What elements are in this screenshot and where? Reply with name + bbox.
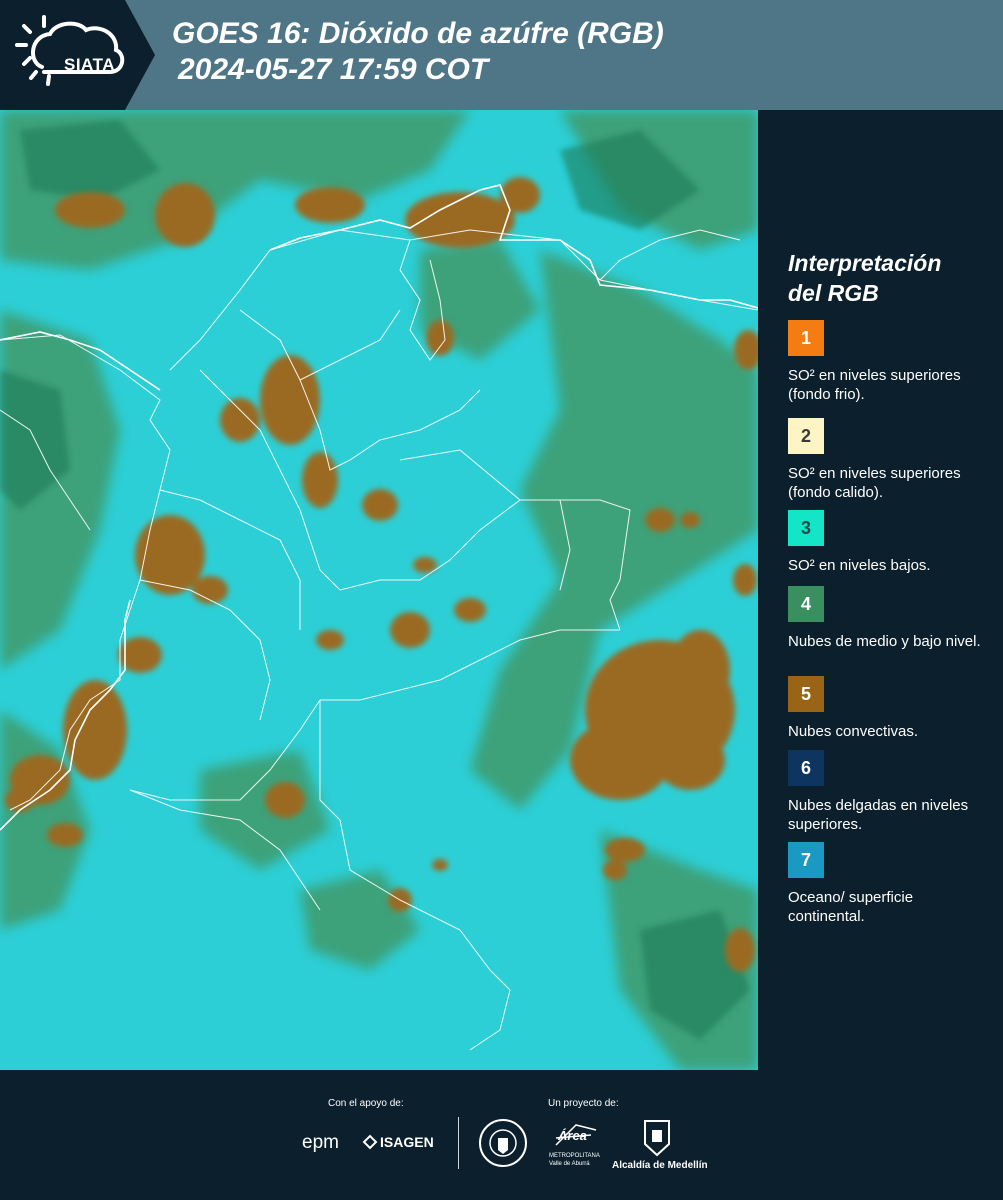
legend-item: 1 SO² en niveles superiores (fondo frio). (788, 320, 988, 404)
legend-item: 3 SO² en niveles bajos. (788, 510, 988, 575)
legend-title: Interpretación del RGB (788, 248, 995, 308)
legend-swatch: 1 (788, 320, 824, 356)
legend-title-line1: Interpretación (788, 250, 942, 276)
legend-swatch: 7 (788, 842, 824, 878)
legend-swatch: 5 (788, 676, 824, 712)
legend-text: SO² en niveles superiores (fondo calido)… (788, 465, 961, 501)
alcaldia-shield-icon (642, 1118, 672, 1163)
title-line1: GOES 16: Dióxido de azúfre (RGB) (172, 17, 664, 50)
area-logo-sub: METROPOLITANA Valle de Aburrá (549, 1153, 600, 1167)
seal-icon (478, 1118, 528, 1173)
legend-text: Nubes de medio y bajo nivel. (788, 633, 981, 650)
isagen-mark-icon (362, 1134, 378, 1155)
legend-swatch: 4 (788, 586, 824, 622)
legend: Interpretación del RGB 1 SO² en niveles s… (770, 248, 995, 925)
area-logo: Área (558, 1128, 587, 1143)
legend-item: 5 Nubes convectivas. (788, 676, 988, 741)
page-title: GOES 16: Dióxido de azúfre (RGB) 2024-05… (172, 16, 664, 88)
legend-swatch: 6 (788, 750, 824, 786)
legend-text: SO² en niveles superiores (fondo frio). (788, 367, 961, 403)
satellite-map (0, 110, 758, 1070)
project-label: Un proyecto de: (548, 1098, 619, 1109)
alcaldia-logo: Alcaldía de Medellín (612, 1160, 708, 1171)
logo-text: SIATA (64, 55, 115, 74)
siata-logo: SIATA (14, 12, 126, 98)
epm-logo: epm (302, 1132, 339, 1153)
legend-text: Nubes convectivas. (788, 723, 919, 740)
legend-item: 2 SO² en niveles superiores (fondo calido… (788, 418, 988, 502)
legend-swatch: 3 (788, 510, 824, 546)
header: SIATA GOES 16: Dióxido de azúfre (RGB) 2… (0, 0, 1003, 110)
legend-swatch: 2 (788, 418, 824, 454)
legend-text: Nubes delgadas en niveles superiores. (788, 797, 969, 833)
legend-item: 7 Oceano/ superficie continental. (788, 842, 988, 926)
support-label: Con el apoyo de: (328, 1098, 404, 1109)
legend-item: 4 Nubes de medio y bajo nivel. (788, 586, 988, 651)
rgb-composite-image (0, 110, 758, 1070)
footer-divider (458, 1117, 459, 1169)
legend-title-line2: del RGB (788, 280, 879, 306)
title-line2: 2024-05-27 17:59 COT (178, 53, 489, 86)
legend-text: Oceano/ superficie continental. (788, 889, 914, 925)
footer: Con el apoyo de: Un proyecto de: epm ISA… (0, 1070, 1003, 1200)
legend-item: 6 Nubes delgadas en niveles superiores. (788, 750, 988, 834)
legend-text: SO² en niveles bajos. (788, 557, 931, 574)
isagen-logo: ISAGEN (380, 1134, 434, 1150)
